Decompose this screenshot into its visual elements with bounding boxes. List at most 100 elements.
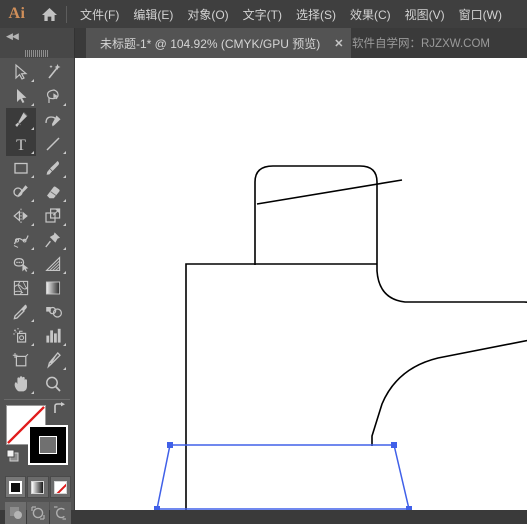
slice-tool[interactable] [38, 348, 68, 372]
shaper-pencil-tool[interactable] [6, 180, 36, 204]
none-swatch-icon [53, 480, 67, 494]
menu-edit[interactable]: 编辑(E) [126, 3, 180, 26]
magic-wand-icon [48, 64, 61, 79]
toolbar-separator [4, 399, 70, 400]
solid-color-swatch-icon [9, 480, 23, 494]
zoom-tool[interactable] [38, 372, 68, 396]
shaper-pencil-icon [13, 185, 28, 198]
drawing-normal-button[interactable] [5, 502, 27, 524]
gradient-tool[interactable] [38, 276, 68, 300]
blend-icon [46, 306, 62, 318]
scale-shear-tool[interactable] [38, 204, 68, 228]
color-button[interactable] [5, 476, 27, 498]
fill-stroke-controls [6, 402, 68, 467]
lasso-tool[interactable] [38, 84, 68, 108]
menu-select[interactable]: 选择(S) [289, 3, 343, 26]
menu-effect[interactable]: 效果(C) [343, 3, 398, 26]
home-icon[interactable] [34, 7, 64, 22]
width-warp-tool[interactable] [6, 228, 36, 252]
document-tab-title: 未标题-1* @ 104.92% (CMYK/GPU 预览) [100, 36, 321, 51]
eyedropper-tool[interactable] [6, 300, 36, 324]
mesh-icon [13, 280, 29, 296]
artboard-tool[interactable] [6, 348, 36, 372]
drawing-behind-button[interactable] [27, 502, 49, 524]
selection-tool[interactable] [6, 60, 36, 84]
gradient-icon [45, 281, 61, 295]
none-button[interactable] [49, 476, 71, 498]
default-fill-stroke-icon[interactable] [6, 449, 20, 463]
line-icon [46, 137, 60, 151]
perspective-grid-tool[interactable] [38, 252, 68, 276]
artboard-icon [12, 353, 29, 367]
type-tool[interactable]: T [6, 132, 36, 156]
menu-type[interactable]: 文字(T) [236, 3, 289, 26]
rectangle-tool[interactable] [6, 156, 36, 180]
menu-divider [66, 5, 67, 23]
magnifier-icon [46, 376, 61, 392]
handle-lever-path[interactable] [256, 179, 403, 205]
line-segment-tool[interactable] [38, 132, 68, 156]
stroke-swatch-inner [39, 436, 57, 454]
close-icon[interactable]: ✕ [334, 37, 343, 50]
column-graph-tool[interactable] [38, 324, 68, 348]
gradient-button[interactable] [27, 476, 49, 498]
faucet-artwork[interactable] [75, 58, 527, 510]
document-tab[interactable]: 未标题-1* @ 104.92% (CMYK/GPU 预览) ✕ [86, 28, 352, 58]
slice-knife-icon [47, 352, 61, 369]
rotate-reflect-tool[interactable] [6, 204, 36, 228]
swap-fill-stroke-icon[interactable] [52, 402, 66, 416]
menu-file[interactable]: 文件(F) [73, 3, 126, 26]
pen-icon [15, 112, 28, 127]
paintbrush-icon [46, 161, 60, 175]
toolbar-collapse-header[interactable]: ◀◀ [0, 28, 75, 58]
eraser-icon [47, 186, 60, 199]
magic-wand-tool[interactable] [38, 60, 68, 84]
anchor-point-0[interactable] [167, 442, 173, 448]
collapse-chevron-icon[interactable]: ◀◀ [6, 32, 19, 41]
drawing-inside-button[interactable] [49, 502, 71, 524]
gradient-swatch-icon [31, 480, 45, 494]
curvature-icon [45, 115, 61, 127]
spout-path[interactable] [371, 270, 527, 446]
paintbrush-tool[interactable] [38, 156, 68, 180]
handle-body-path[interactable] [254, 165, 378, 271]
menu-object[interactable]: 对象(O) [180, 3, 235, 26]
base-trapezoid-selected[interactable] [156, 444, 410, 510]
blend-tool[interactable] [38, 300, 68, 324]
stroke-swatch[interactable] [28, 425, 68, 465]
menu-bar: Ai 文件(F) 编辑(E) 对象(O) 文字(T) 选择(S) 效果(C) 视图(V) 窗口… [0, 0, 527, 28]
free-transform-tool[interactable] [38, 228, 68, 252]
eyedropper-icon [13, 304, 27, 320]
scale-icon [45, 208, 61, 223]
draw-behind-icon [31, 506, 45, 520]
anchor-point-1[interactable] [391, 442, 397, 448]
shape-builder-tool[interactable] [6, 252, 36, 276]
arrow-solid-icon [17, 89, 27, 103]
curvature-tool[interactable] [38, 108, 68, 132]
anchor-point-2[interactable] [406, 506, 412, 510]
hand-tool[interactable] [6, 372, 36, 396]
app-logo: Ai [8, 5, 26, 22]
draw-inside-icon [54, 506, 67, 520]
column-path[interactable] [185, 263, 377, 510]
direct-selection-tool[interactable] [6, 84, 36, 108]
menu-view[interactable]: 视图(V) [398, 3, 452, 26]
illustrator-window: Ai 文件(F) 编辑(E) 对象(O) 文字(T) 选择(S) 效果(C) 视图(V) 窗口… [0, 0, 527, 524]
perspective-grid-icon [45, 256, 61, 271]
shape-builder-icon [13, 257, 29, 272]
draw-normal-icon [9, 507, 22, 519]
artboard-canvas[interactable] [75, 58, 527, 510]
symbol-sprayer-icon [13, 328, 27, 343]
menu-window[interactable]: 窗口(W) [452, 3, 509, 26]
pen-tool[interactable] [6, 108, 36, 132]
mesh-tool[interactable] [6, 276, 36, 300]
reflect-icon [13, 208, 28, 224]
svg-text:T: T [16, 137, 26, 154]
toolbar-drag-grip[interactable] [25, 44, 49, 57]
document-tab-bar: ◀◀ 未标题-1* @ 104.92% (CMYK/GPU 预览) ✕ 软件自学… [0, 28, 527, 58]
tool-grid: T [0, 60, 80, 396]
eraser-tool[interactable] [38, 180, 68, 204]
anchor-point-3[interactable] [154, 506, 160, 510]
symbol-sprayer-tool[interactable] [6, 324, 36, 348]
rectangle-icon [14, 162, 28, 174]
